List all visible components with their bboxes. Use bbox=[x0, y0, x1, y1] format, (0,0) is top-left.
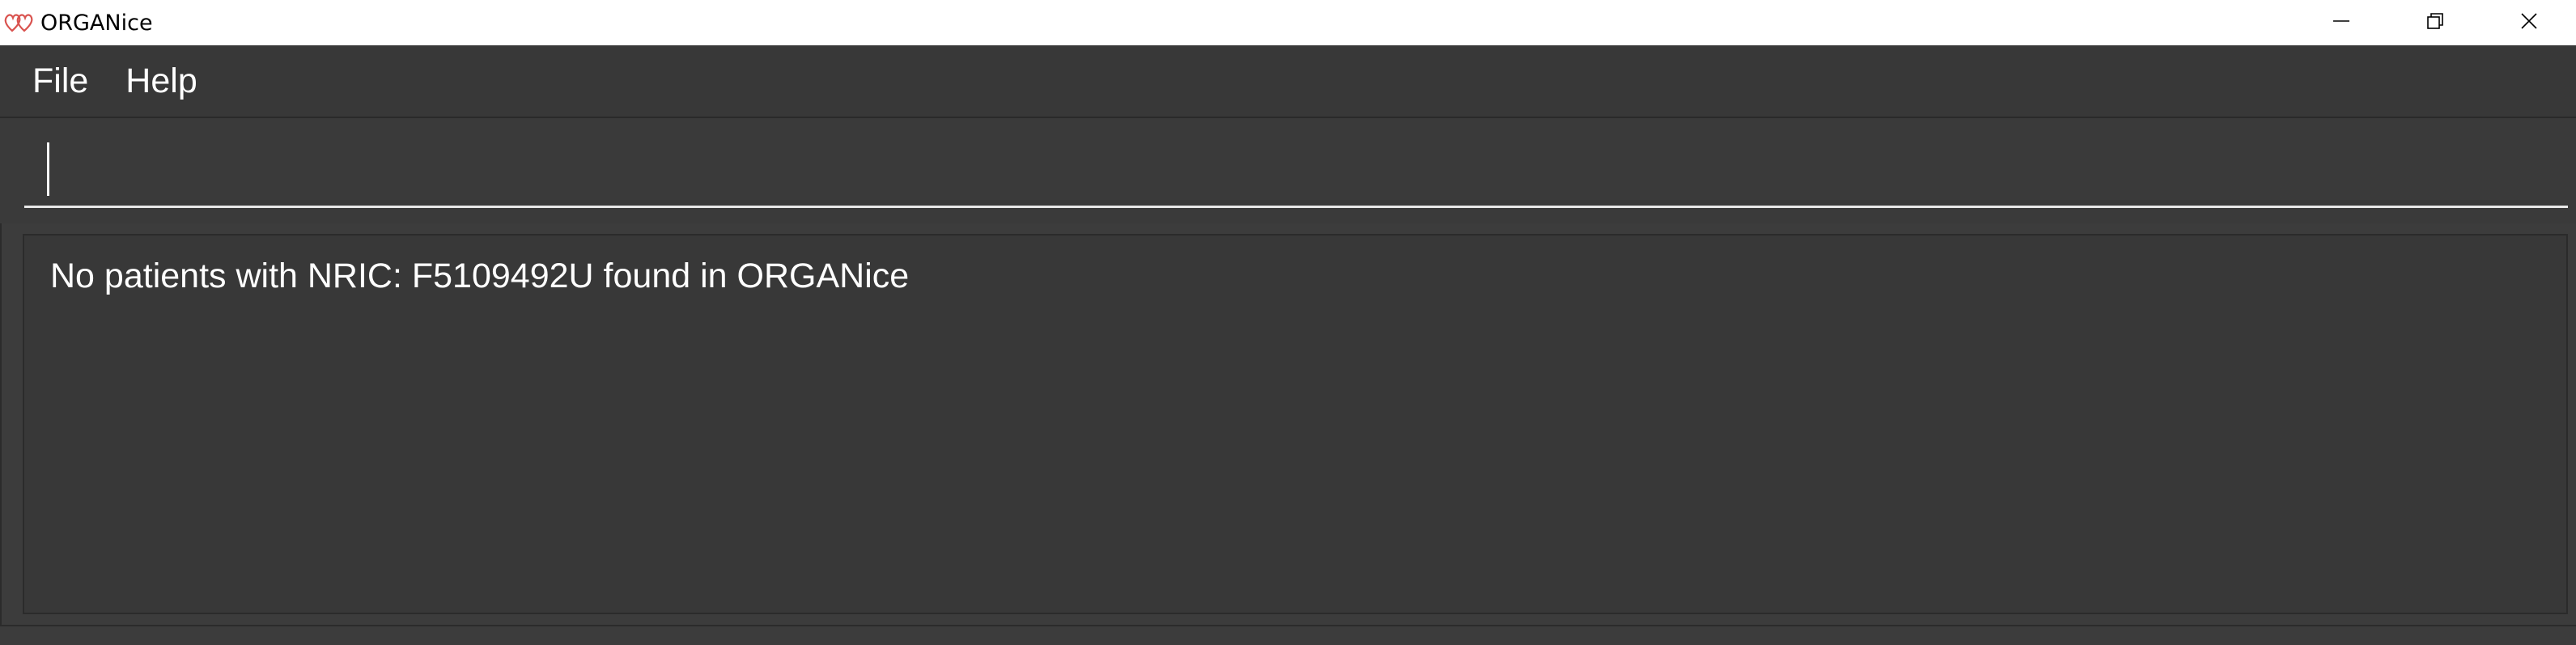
text-caret bbox=[47, 142, 49, 196]
title-bar: ORGANice bbox=[0, 0, 2576, 45]
minimize-icon bbox=[2332, 12, 2350, 33]
result-display: No patients with NRIC: F5109492U found i… bbox=[23, 234, 2568, 614]
window-controls bbox=[2294, 0, 2576, 45]
menu-help[interactable]: Help bbox=[125, 62, 197, 101]
minimize-button[interactable] bbox=[2294, 0, 2388, 45]
result-message: No patients with NRIC: F5109492U found i… bbox=[50, 257, 910, 295]
close-button[interactable] bbox=[2482, 0, 2576, 45]
restore-button[interactable] bbox=[2388, 0, 2482, 45]
window-title: ORGANice bbox=[40, 10, 153, 36]
command-underline bbox=[24, 206, 2568, 208]
hearts-icon bbox=[3, 11, 37, 35]
status-bar bbox=[0, 625, 2576, 645]
close-icon bbox=[2520, 12, 2538, 33]
command-box bbox=[0, 118, 2576, 223]
restore-icon bbox=[2426, 12, 2444, 33]
menu-file[interactable]: File bbox=[32, 62, 88, 101]
command-input[interactable] bbox=[24, 134, 2568, 183]
menu-bar: File Help bbox=[0, 45, 2576, 118]
